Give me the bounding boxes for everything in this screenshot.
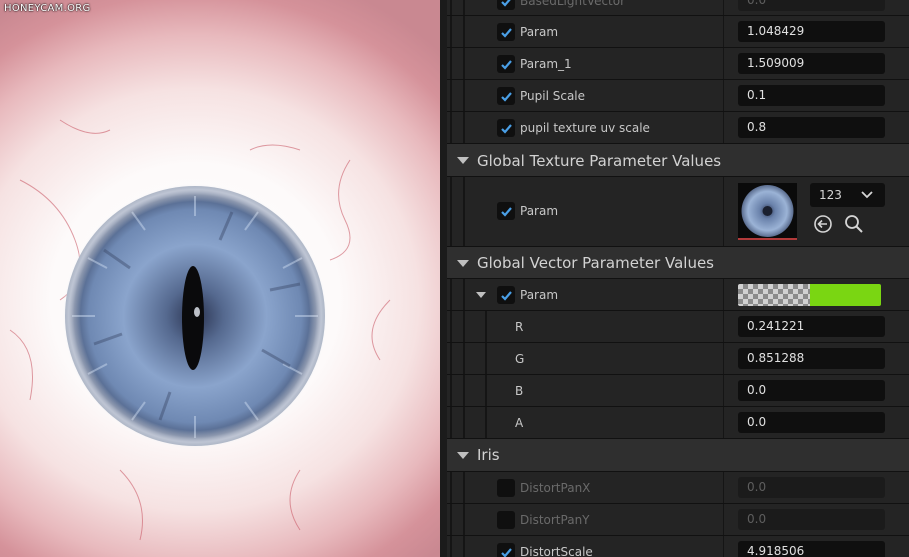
param-enable-checkbox[interactable] [497, 119, 515, 137]
channel-row: R 0.241221 [447, 311, 909, 343]
param-value-input[interactable]: 0.0 [738, 477, 885, 498]
checkmark-icon [500, 290, 512, 301]
param-label: Param [520, 25, 559, 39]
param-value-input[interactable]: 1.509009 [738, 53, 885, 74]
param-label: DistortScale [520, 545, 593, 557]
param-row: DistortPanY 0.0 [447, 504, 909, 536]
color-fill [810, 284, 881, 306]
section-title: Iris [477, 446, 500, 464]
channel-row: A 0.0 [447, 407, 909, 439]
checkmark-icon [500, 0, 510, 7]
checkmark-icon [500, 206, 512, 217]
channel-value-input[interactable]: 0.851288 [738, 348, 885, 369]
param-value-input[interactable]: 0.0 [738, 509, 885, 530]
panel-splitter[interactable] [440, 0, 447, 557]
arrow-left-circle-icon[interactable] [813, 214, 833, 234]
expand-arrow-icon[interactable] [476, 292, 486, 298]
param-enable-checkbox[interactable] [497, 0, 515, 10]
checkmark-icon [500, 59, 512, 70]
param-row: Pupil Scale 0.1 [447, 80, 909, 112]
chevron-down-icon [861, 191, 873, 199]
param-label: BasedLightVector [520, 0, 626, 8]
param-label: Param [520, 204, 559, 218]
checkmark-icon [500, 547, 512, 557]
param-value-input[interactable]: 0.1 [738, 85, 885, 106]
checkmark-icon [500, 123, 512, 134]
channel-label: B [515, 384, 524, 398]
param-row: pupil texture uv scale 0.8 [447, 112, 909, 144]
param-enable-checkbox[interactable] [497, 511, 515, 529]
viewport-preview[interactable]: HONEYCAM.ORG [0, 0, 440, 557]
texture-thumbnail[interactable] [738, 183, 797, 240]
iris-texture-preview [741, 185, 794, 237]
collapse-arrow-icon [457, 260, 469, 267]
dropdown-value: 123 [819, 188, 842, 202]
param-label: DistortPanY [520, 513, 590, 527]
param-label: DistortPanX [520, 481, 591, 495]
details-panel: BasedLightVector 0.0 Param 1.048429 Para… [447, 0, 909, 557]
checkmark-icon [500, 91, 512, 102]
channel-value-input[interactable]: 0.241221 [738, 316, 885, 337]
param-enable-checkbox[interactable] [497, 87, 515, 105]
eye-render [9, 119, 391, 541]
param-enable-checkbox[interactable] [497, 479, 515, 497]
channel-row: B 0.0 [447, 375, 909, 407]
param-label: pupil texture uv scale [520, 121, 650, 135]
param-value-input[interactable]: 0.0 [738, 0, 885, 11]
channel-label: A [515, 416, 524, 430]
param-row: BasedLightVector 0.0 [447, 0, 909, 16]
alpha-checker [738, 284, 810, 306]
param-row: Param 1.048429 [447, 16, 909, 48]
param-label: Param_1 [520, 57, 572, 71]
texture-param-row: Param 123 [447, 177, 909, 247]
param-value-input[interactable]: 0.8 [738, 117, 885, 138]
color-swatch[interactable] [738, 284, 881, 306]
channel-label: G [515, 352, 525, 366]
collapse-arrow-icon [457, 157, 469, 164]
channel-value-input[interactable]: 0.0 [738, 412, 885, 433]
param-row: DistortScale 4.918506 [447, 536, 909, 557]
section-header-texture[interactable]: Global Texture Parameter Values [447, 144, 909, 177]
collapse-arrow-icon [457, 452, 469, 459]
param-enable-checkbox[interactable] [497, 543, 515, 557]
param-value-input[interactable]: 4.918506 [738, 541, 885, 557]
texture-asset-dropdown[interactable]: 123 [810, 183, 885, 207]
channel-label: R [515, 320, 524, 334]
section-header-iris[interactable]: Iris [447, 439, 909, 472]
param-row: Param_1 1.509009 [447, 48, 909, 80]
vector-param-row: Param [447, 279, 909, 311]
param-enable-checkbox[interactable] [497, 55, 515, 73]
param-enable-checkbox[interactable] [497, 202, 515, 220]
watermark-text: HONEYCAM.ORG [4, 3, 91, 14]
param-value-input[interactable]: 1.048429 [738, 21, 885, 42]
checkmark-icon [500, 27, 512, 38]
param-row: DistortPanX 0.0 [447, 472, 909, 504]
param-enable-checkbox[interactable] [497, 286, 515, 304]
search-icon[interactable] [844, 214, 864, 234]
channel-value-input[interactable]: 0.0 [738, 380, 885, 401]
param-enable-checkbox[interactable] [497, 23, 515, 41]
section-title: Global Texture Parameter Values [477, 152, 722, 170]
param-label: Param [520, 288, 559, 302]
param-label: Pupil Scale [520, 89, 586, 103]
channel-row: G 0.851288 [447, 343, 909, 375]
section-header-vector[interactable]: Global Vector Parameter Values [447, 247, 909, 279]
section-title: Global Vector Parameter Values [477, 254, 714, 272]
